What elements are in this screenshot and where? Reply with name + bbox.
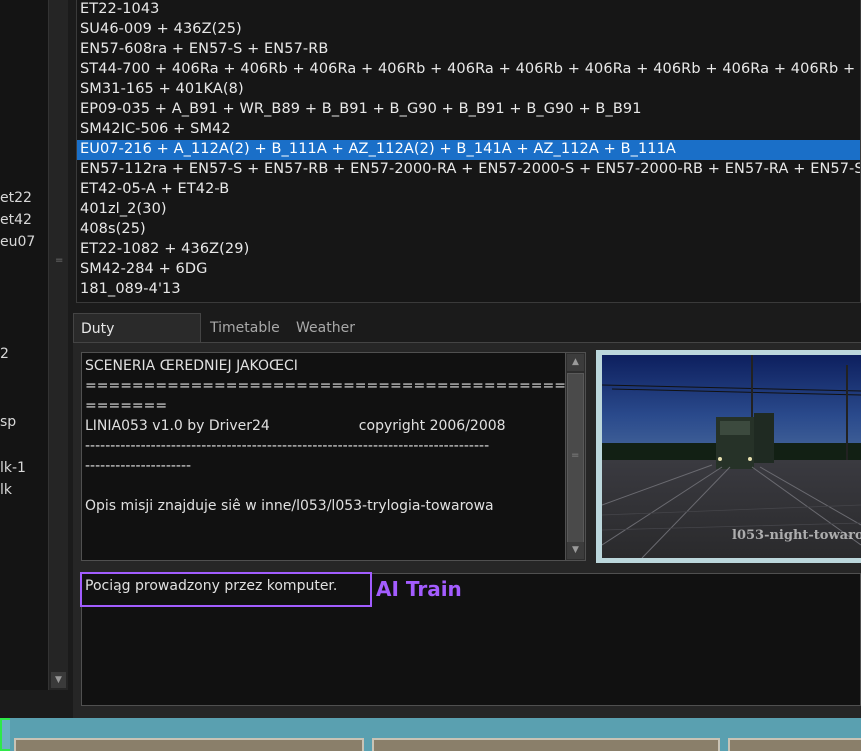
consist-row[interactable]: 181_089-4'13 bbox=[77, 280, 860, 300]
thumbnail-tile[interactable] bbox=[372, 738, 720, 751]
scenario-preview-image: l053-night-towarowy-et22 bbox=[596, 350, 861, 563]
consist-row[interactable]: EP09-035 + A_B91 + WR_B89 + B_B91 + B_G9… bbox=[77, 100, 860, 120]
description-line: SCENERIA ŒREDNIEJ JAKOŒCI bbox=[85, 358, 298, 374]
scrollbar-grip-icon: = bbox=[55, 255, 64, 266]
consist-row-selected[interactable]: EU07-216 + A_112A(2) + B_111A + AZ_112A(… bbox=[77, 140, 860, 160]
thumbnail-tile[interactable] bbox=[14, 738, 364, 751]
thumbnail-selected-indicator[interactable] bbox=[0, 718, 10, 751]
scenario-item[interactable]: eu07 bbox=[0, 234, 35, 250]
consist-list[interactable]: ET22-1043 SU46-009 + 436Z(25) EN57-608ra… bbox=[76, 0, 861, 303]
description-line: ----------------------------------------… bbox=[85, 438, 490, 454]
consist-row[interactable]: ET42-05-A + ET42-B bbox=[77, 180, 860, 200]
description-scrollbar[interactable]: ▲ = ▼ bbox=[566, 352, 586, 561]
scenario-item[interactable]: et22 bbox=[0, 190, 32, 206]
bottom-thumbnail-strip bbox=[0, 718, 861, 751]
tab-duty-description[interactable]: Duty description bbox=[73, 313, 201, 367]
thumbnail-tile[interactable] bbox=[728, 738, 861, 751]
scenario-list-scrollbar[interactable]: = ▼ bbox=[48, 0, 68, 690]
consist-row[interactable]: ET22-1082 + 436Z(29) bbox=[77, 240, 860, 260]
consist-row[interactable]: EN57-608ra + EN57-S + EN57-RB bbox=[77, 40, 860, 60]
description-line: ========================================… bbox=[85, 378, 566, 394]
scenario-item[interactable]: et42 bbox=[0, 212, 32, 228]
tab-weather[interactable]: Weather bbox=[289, 313, 362, 343]
scroll-up-arrow-icon[interactable]: ▲ bbox=[567, 354, 584, 371]
ai-train-annotation: AI Train bbox=[376, 577, 462, 601]
scroll-down-arrow-icon[interactable]: ▼ bbox=[51, 672, 66, 688]
scenario-item[interactable]: lk-1 bbox=[0, 460, 26, 476]
description-line: LINIA053 v1.0 by Driver24 copyright 2006… bbox=[85, 418, 506, 434]
description-line: --------------------- bbox=[85, 458, 192, 474]
scrollbar-grip-icon: = bbox=[571, 450, 580, 461]
consist-row[interactable]: 401zl_2(30) bbox=[77, 200, 860, 220]
scenario-item[interactable]: 2 bbox=[0, 346, 9, 362]
preview-watermark: l053-night-towarowy-et22 bbox=[732, 528, 861, 543]
consist-row[interactable]: ST44-700 + 406Ra + 406Rb + 406Ra + 406Rb… bbox=[77, 60, 860, 80]
scenario-list[interactable]: et22 et42 eu07 2 sp lk-1 lk bbox=[0, 0, 48, 690]
consist-row[interactable]: SU46-009 + 436Z(25) bbox=[77, 20, 860, 40]
ai-train-text: Pociąg prowadzony przez komputer. bbox=[80, 572, 372, 607]
description-line: ======= bbox=[85, 398, 168, 414]
night-train-scene: l053-night-towarowy-et22 bbox=[602, 355, 861, 558]
consist-row[interactable]: SM42-284 + 6DG bbox=[77, 260, 860, 280]
consist-row[interactable]: 408s(25) bbox=[77, 220, 860, 240]
duty-description-textbox[interactable]: SCENERIA ŒREDNIEJ JAKOŒCI ==============… bbox=[81, 352, 566, 561]
consist-row[interactable]: SM42IC-506 + SM42 bbox=[77, 120, 860, 140]
scenario-item[interactable]: sp bbox=[0, 414, 16, 430]
consist-row[interactable]: SM31-165 + 401KA(8) bbox=[77, 80, 860, 100]
tab-timetable[interactable]: Timetable bbox=[203, 313, 287, 343]
description-line: Opis misji znajduje siê w inne/l053/l053… bbox=[85, 498, 494, 514]
scrollbar-thumb[interactable]: = bbox=[567, 373, 584, 543]
scenario-item[interactable]: lk bbox=[0, 482, 12, 498]
scroll-down-arrow-icon[interactable]: ▼ bbox=[567, 542, 584, 559]
consist-row[interactable]: ET22-1043 bbox=[77, 0, 860, 20]
consist-row[interactable]: EN57-112ra + EN57-S + EN57-RB + EN57-200… bbox=[77, 160, 860, 180]
